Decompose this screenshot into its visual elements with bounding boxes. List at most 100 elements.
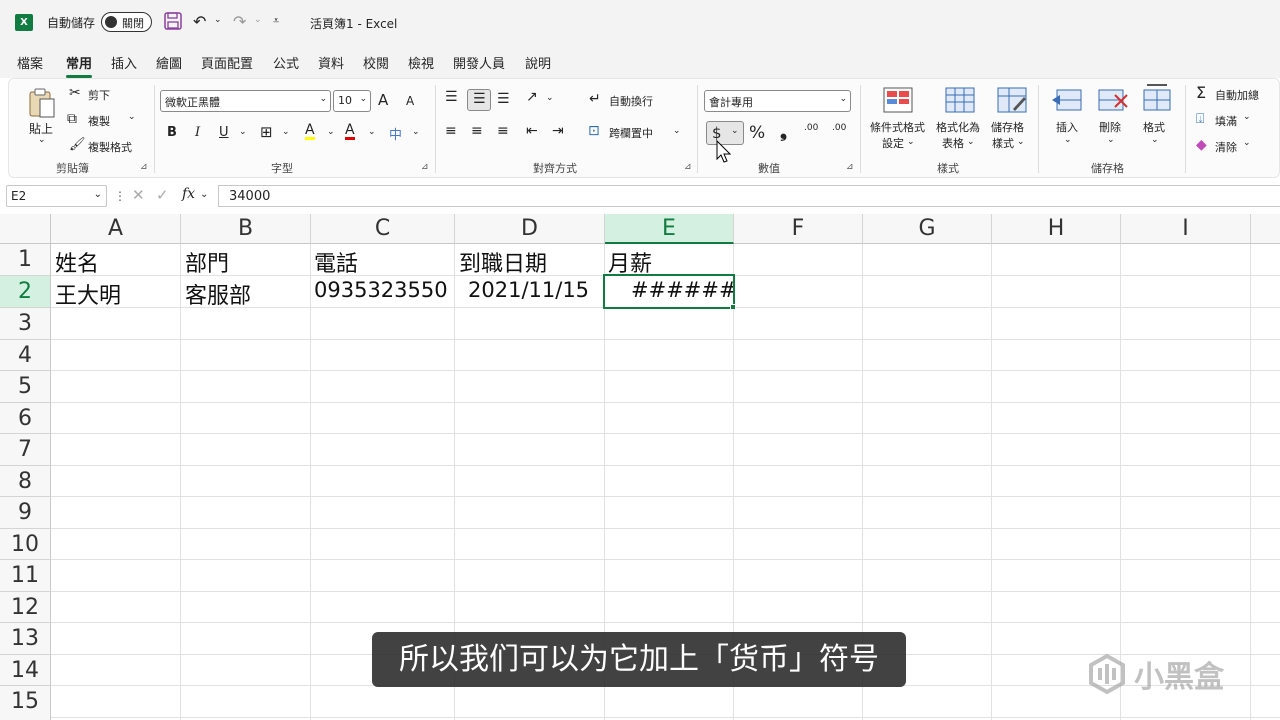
- tab-page-layout[interactable]: 頁面配置: [201, 53, 253, 72]
- phonetic-icon[interactable]: 中: [389, 124, 402, 143]
- font-color-dropdown-icon[interactable]: ⌄: [368, 127, 376, 137]
- undo-icon[interactable]: ↶: [193, 12, 206, 31]
- merge-dropdown-icon[interactable]: ⌄: [673, 126, 681, 136]
- phonetic-dropdown-icon[interactable]: ⌄: [412, 127, 420, 137]
- cell-a1[interactable]: 姓名: [55, 246, 99, 278]
- enter-icon[interactable]: ✓: [156, 186, 169, 204]
- cut-label[interactable]: 剪下: [88, 87, 110, 103]
- borders-icon[interactable]: ⊞: [260, 123, 273, 141]
- align-bottom-icon[interactable]: ☰: [497, 91, 510, 107]
- format-as-table-dropdown-icon[interactable]: ⌄: [967, 137, 975, 147]
- format-as-table-icon[interactable]: [945, 87, 975, 113]
- row-header-12[interactable]: 12: [0, 592, 51, 623]
- cell-styles-icon[interactable]: [997, 87, 1027, 113]
- tab-developer[interactable]: 開發人員: [453, 53, 505, 72]
- tab-insert[interactable]: 插入: [111, 53, 137, 72]
- underline-dropdown-icon[interactable]: ⌄: [239, 127, 247, 137]
- delete-dropdown-icon[interactable]: ⌄: [1107, 135, 1115, 145]
- format-cells-icon[interactable]: [1141, 83, 1173, 113]
- tab-data[interactable]: 資料: [318, 53, 344, 72]
- shrink-font-icon[interactable]: A: [406, 94, 414, 108]
- cell-b2[interactable]: 客服部: [185, 278, 251, 310]
- align-center-icon[interactable]: ≡: [471, 123, 483, 139]
- cancel-icon[interactable]: ✕: [132, 186, 145, 204]
- cell-c1[interactable]: 電話: [314, 246, 358, 278]
- italic-button[interactable]: I: [195, 125, 200, 140]
- insert-function-button[interactable]: fx: [182, 186, 195, 202]
- fill-label[interactable]: 填滿: [1215, 113, 1237, 129]
- save-icon[interactable]: [164, 12, 182, 30]
- fill-color-dropdown-icon[interactable]: ⌄: [327, 127, 335, 137]
- row-header-14[interactable]: 14: [0, 655, 51, 686]
- decrease-indent-icon[interactable]: ⇤: [526, 123, 538, 139]
- fill-color-icon[interactable]: A: [305, 123, 315, 140]
- fill-handle[interactable]: [730, 304, 736, 310]
- comma-button[interactable]: ❟: [780, 121, 787, 142]
- autosum-label[interactable]: 自動加總: [1215, 87, 1259, 103]
- column-header-h[interactable]: H: [992, 214, 1121, 244]
- column-header-partial[interactable]: [1251, 214, 1280, 244]
- align-left-icon[interactable]: ≡: [445, 123, 457, 139]
- tab-file[interactable]: 檔案: [17, 53, 43, 72]
- format-painter-icon[interactable]: 🖌: [69, 137, 86, 152]
- redo-icon[interactable]: ↷: [233, 12, 246, 31]
- decrease-decimal-icon[interactable]: .00: [832, 123, 846, 133]
- cell-b1[interactable]: 部門: [185, 246, 229, 278]
- row-header-7[interactable]: 7: [0, 434, 51, 466]
- column-header-f[interactable]: F: [734, 214, 863, 244]
- fill-dropdown-icon[interactable]: ⌄: [1243, 112, 1251, 122]
- column-header-i[interactable]: I: [1121, 214, 1251, 244]
- row-header-9[interactable]: 9: [0, 497, 51, 529]
- row-header-10[interactable]: 10: [0, 529, 51, 560]
- column-header-b[interactable]: B: [181, 214, 311, 244]
- clear-dropdown-icon[interactable]: ⌄: [1243, 138, 1251, 148]
- eraser-icon[interactable]: ◆: [1196, 137, 1207, 153]
- row-header-5[interactable]: 5: [0, 371, 51, 403]
- format-painter-label[interactable]: 複製格式: [88, 139, 132, 155]
- bold-button[interactable]: B: [167, 125, 177, 140]
- cell-a2[interactable]: 王大明: [55, 278, 121, 310]
- conditional-format-icon[interactable]: [883, 87, 913, 113]
- cell-d1[interactable]: 到職日期: [459, 246, 547, 278]
- delete-cells-label[interactable]: 刪除: [1099, 119, 1121, 135]
- cell-styles-label[interactable]: 儲存格: [991, 119, 1024, 135]
- increase-indent-icon[interactable]: ⇥: [552, 123, 564, 139]
- copy-dropdown-icon[interactable]: ⌄: [128, 112, 136, 122]
- cut-icon[interactable]: ✂: [69, 85, 81, 101]
- font-launcher-icon[interactable]: ⊿: [421, 162, 429, 172]
- format-as-table-label-2[interactable]: 表格: [942, 135, 964, 151]
- tab-formulas[interactable]: 公式: [273, 53, 299, 72]
- row-header-8[interactable]: 8: [0, 466, 51, 497]
- format-cells-label[interactable]: 格式: [1143, 119, 1165, 135]
- grow-font-icon[interactable]: A: [378, 91, 388, 109]
- align-middle-button[interactable]: ☰: [467, 89, 491, 111]
- copy-icon[interactable]: ⧉: [67, 111, 77, 127]
- clear-label[interactable]: 清除: [1215, 139, 1237, 155]
- row-header-11[interactable]: 11: [0, 560, 51, 592]
- wrap-text-icon[interactable]: ↵: [589, 91, 601, 107]
- alignment-launcher-icon[interactable]: ⊿: [684, 162, 692, 172]
- autosum-icon[interactable]: Σ: [1196, 83, 1206, 102]
- merge-center-label[interactable]: 跨欄置中: [609, 125, 653, 141]
- conditional-format-label-2[interactable]: 設定: [882, 135, 904, 151]
- clipboard-launcher-icon[interactable]: ⊿: [140, 162, 148, 172]
- increase-decimal-icon[interactable]: .00: [804, 123, 818, 133]
- wrap-text-label[interactable]: 自動換行: [609, 93, 653, 109]
- cell-c2[interactable]: 0935323550: [314, 278, 448, 302]
- column-header-g[interactable]: G: [863, 214, 992, 244]
- column-header-c[interactable]: C: [311, 214, 455, 244]
- align-top-icon[interactable]: ☰: [445, 89, 458, 105]
- percent-button[interactable]: %: [749, 123, 765, 143]
- font-color-icon[interactable]: A: [345, 123, 355, 140]
- format-dropdown-icon[interactable]: ⌄: [1151, 135, 1159, 145]
- number-format-combo[interactable]: 會計專用 ⌄: [704, 90, 851, 112]
- paste-icon[interactable]: [27, 87, 57, 119]
- row-header-6[interactable]: 6: [0, 403, 51, 434]
- underline-button[interactable]: U: [219, 125, 229, 140]
- column-header-d[interactable]: D: [455, 214, 605, 244]
- tab-help[interactable]: 說明: [525, 53, 551, 72]
- font-name-combo[interactable]: 微軟正黑體 ⌄: [160, 90, 331, 112]
- conditional-format-dropdown-icon[interactable]: ⌄: [907, 137, 915, 147]
- orientation-dropdown-icon[interactable]: ⌄: [546, 93, 554, 103]
- orientation-icon[interactable]: ↗: [526, 89, 538, 105]
